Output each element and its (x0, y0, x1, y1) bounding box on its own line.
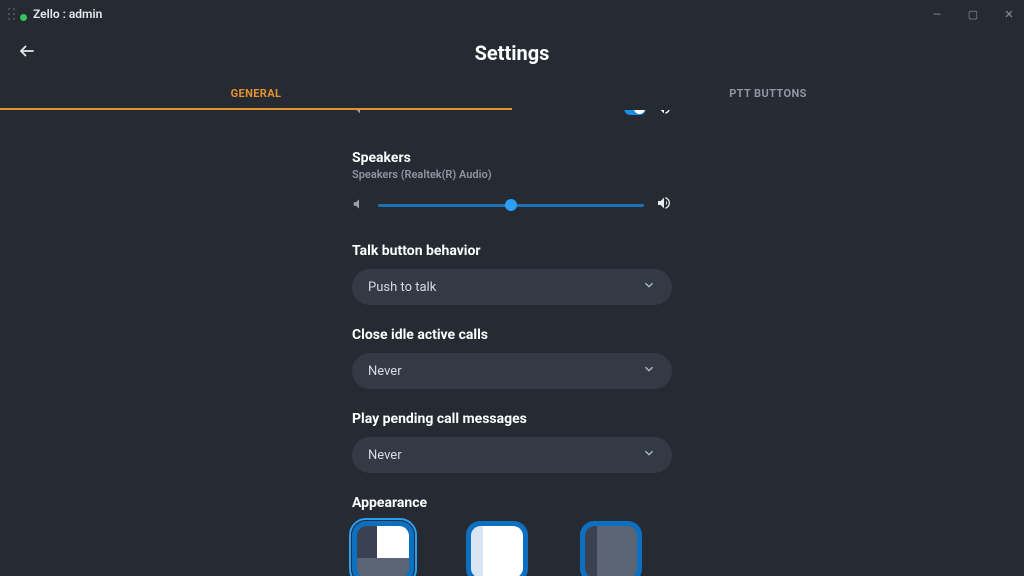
tabs: GENERAL PTT BUTTONS (0, 78, 1024, 110)
volume-low-icon (352, 196, 366, 215)
app-menu-icon[interactable] (8, 8, 16, 21)
chevron-down-icon (642, 362, 656, 380)
speakers-volume-slider[interactable] (352, 195, 672, 215)
speakers-device: Speakers (Realtek(R) Audio) (352, 168, 672, 181)
close-idle-select[interactable]: Never (352, 353, 672, 389)
theme-system-option[interactable]: System (352, 521, 414, 576)
close-button[interactable]: ✕ (1002, 8, 1016, 21)
volume-high-icon (656, 110, 672, 120)
back-button[interactable] (18, 42, 36, 64)
titlebar: Zello : admin — ▢ ✕ (0, 0, 1024, 28)
play-pending-select[interactable]: Never (352, 437, 672, 473)
partial-toggle-row (352, 110, 672, 124)
appearance-title: Appearance (352, 495, 672, 511)
chevron-down-icon (642, 446, 656, 464)
minimize-button[interactable]: — (930, 8, 944, 21)
close-idle-title: Close idle active calls (352, 327, 672, 343)
play-pending-title: Play pending call messages (352, 411, 672, 427)
chevron-down-icon (642, 278, 656, 296)
talk-behavior-title: Talk button behavior (352, 243, 672, 259)
tab-ptt-buttons[interactable]: PTT BUTTONS (512, 78, 1024, 110)
talk-behavior-select[interactable]: Push to talk (352, 269, 672, 305)
toggle-switch[interactable] (624, 110, 646, 115)
volume-high-icon (656, 195, 672, 215)
page-header: Settings (0, 28, 1024, 78)
status-indicator-icon (20, 14, 27, 21)
window-title: Zello : admin (33, 7, 102, 21)
maximize-button[interactable]: ▢ (966, 8, 980, 21)
close-idle-value: Never (368, 364, 402, 379)
volume-low-icon (352, 110, 368, 120)
speakers-title: Speakers (352, 150, 672, 166)
tab-general[interactable]: GENERAL (0, 78, 512, 110)
play-pending-value: Never (368, 448, 402, 463)
slider-thumb[interactable] (505, 199, 517, 211)
arrow-left-icon (18, 42, 36, 60)
page-title: Settings (475, 41, 550, 65)
theme-dark-option[interactable]: Dark (580, 521, 642, 576)
theme-light-option[interactable]: Light (466, 521, 528, 576)
talk-behavior-value: Push to talk (368, 280, 436, 295)
slider-track[interactable] (378, 204, 644, 207)
